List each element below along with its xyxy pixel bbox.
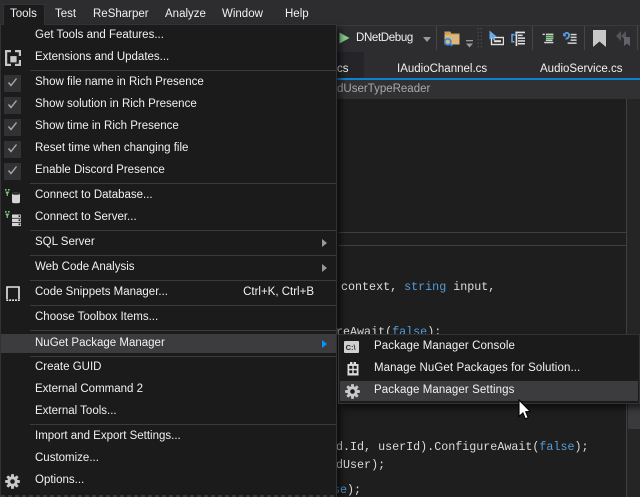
svg-text:C:\: C:\ — [346, 343, 357, 352]
